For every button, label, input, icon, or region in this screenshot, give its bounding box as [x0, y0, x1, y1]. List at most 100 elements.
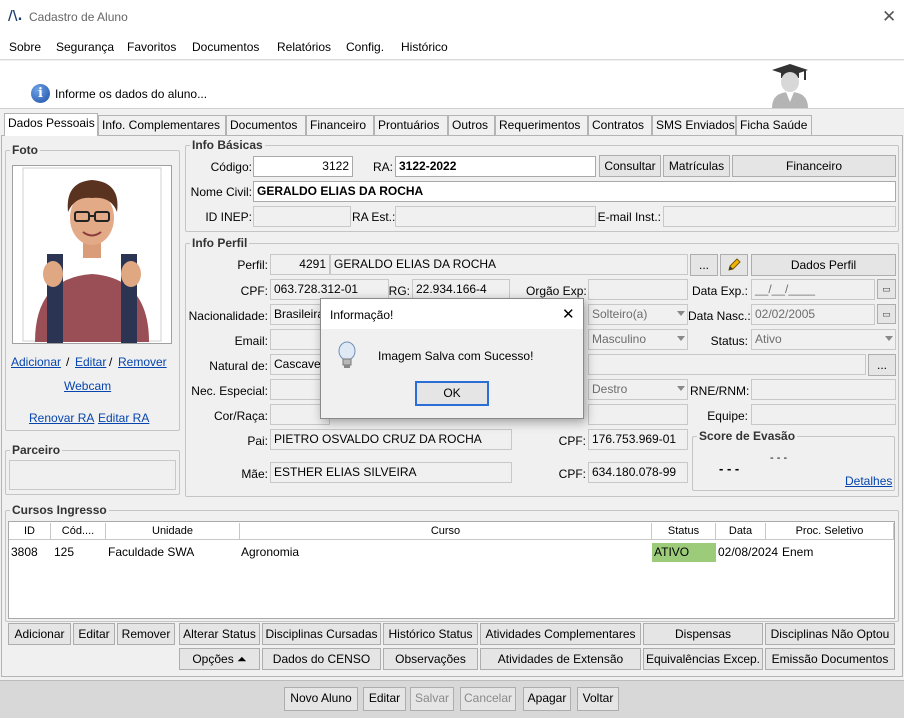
editar-ra-link[interactable]: Editar RA [98, 411, 149, 425]
column-header[interactable]: Proc. Seletivo [766, 523, 894, 540]
ra-field[interactable]: 3122-2022 [395, 156, 596, 177]
foto-separator: / [109, 355, 113, 369]
dialog-close-button[interactable]: ✕ [562, 305, 575, 323]
novo-aluno-button[interactable]: Novo Aluno [284, 687, 358, 711]
column-header[interactable]: Status [652, 523, 716, 540]
webcam-link[interactable]: Webcam [64, 379, 111, 393]
emissao-documentos-button[interactable]: Emissão Documentos [765, 648, 895, 670]
calendar-icon[interactable]: ▭ [877, 279, 896, 299]
close-window-button[interactable]: ✕ [882, 7, 896, 27]
atividades-complementares-button[interactable]: Atividades Complementares [480, 623, 641, 645]
natural-search-button[interactable]: ... [868, 354, 896, 376]
info-icon: i [31, 84, 50, 103]
disciplinas-nao-optou-button[interactable]: Disciplinas Não Optou [765, 623, 895, 645]
ok-button[interactable]: OK [415, 381, 489, 406]
data-nasc-field[interactable]: 02/02/2005 [751, 304, 875, 325]
apagar-button[interactable]: Apagar [523, 687, 571, 711]
detalhes-link[interactable]: Detalhes [845, 474, 892, 488]
foto-adicionar-link[interactable]: Adicionar [11, 355, 61, 369]
foto-editar-link[interactable]: Editar [75, 355, 106, 369]
adicionar-curso-button[interactable]: Adicionar [8, 623, 71, 645]
lateralidade-select[interactable]: Destro [588, 379, 688, 400]
cpf-label: CPF: [240, 284, 268, 298]
historico-status-button[interactable]: Histórico Status [383, 623, 478, 645]
tab-financeiro[interactable]: Financeiro [306, 115, 374, 135]
column-header[interactable]: Data [716, 523, 766, 540]
column-header[interactable]: Unidade [106, 523, 240, 540]
consultar-button[interactable]: Consultar [599, 155, 661, 177]
perfil-id-field[interactable]: 4291 [270, 254, 330, 275]
salvar-button[interactable]: Salvar [410, 687, 454, 711]
foto-separator: / [66, 355, 70, 369]
perfil-nome-field[interactable]: GERALDO ELIAS DA ROCHA [330, 254, 688, 275]
menu-documentos[interactable]: Documentos [192, 40, 259, 54]
dialog-title-bar: Informação! ✕ [321, 299, 583, 329]
cancelar-button[interactable]: Cancelar [460, 687, 516, 711]
mae-cpf-field[interactable]: 634.180.078-99 [588, 462, 688, 483]
nome-civil-field[interactable]: GERALDO ELIAS DA ROCHA [253, 181, 896, 202]
foto-remover-link[interactable]: Remover [118, 355, 167, 369]
equivalencias-button[interactable]: Equivalências Excep. [643, 648, 763, 670]
id-inep-field[interactable] [253, 206, 351, 227]
data-exp-field[interactable]: __/__/____ [751, 279, 875, 300]
codigo-field[interactable]: 3122 [253, 156, 353, 177]
opcoes-button[interactable]: Opções ⏶ [179, 648, 260, 670]
calendar-icon[interactable]: ▭ [877, 304, 896, 324]
menu-relatorios[interactable]: Relatórios [277, 40, 331, 54]
matriculas-button[interactable]: Matrículas [663, 155, 730, 177]
tab-documentos[interactable]: Documentos [226, 115, 306, 135]
observacoes-button[interactable]: Observações [383, 648, 478, 670]
atividades-extensao-button[interactable]: Atividades de Extensão [480, 648, 641, 670]
equipe-field[interactable] [751, 404, 896, 425]
parceiro-legend: Parceiro [10, 443, 63, 457]
ra-label: RA: [372, 160, 393, 174]
equipe-label: Equipe: [707, 409, 748, 423]
dados-censo-button[interactable]: Dados do CENSO [262, 648, 381, 670]
menu-config[interactable]: Config. [346, 40, 384, 54]
estado-civil-select[interactable]: Solteiro(a) [588, 304, 688, 325]
perfil-search-button[interactable]: ... [690, 254, 718, 276]
tab-requerimentos[interactable]: Requerimentos [495, 115, 588, 135]
disciplinas-cursadas-button[interactable]: Disciplinas Cursadas [262, 623, 381, 645]
parceiro-field[interactable] [9, 460, 176, 490]
menu-seguranca[interactable]: Segurança [56, 40, 114, 54]
dados-perfil-button[interactable]: Dados Perfil [751, 254, 896, 276]
tab-contratos[interactable]: Contratos [588, 115, 652, 135]
rne-field[interactable] [751, 379, 896, 400]
column-header[interactable]: Curso [240, 523, 652, 540]
cor-extra-field[interactable] [588, 404, 688, 425]
foto-legend: Foto [10, 143, 40, 157]
renovar-ra-link[interactable]: Renovar RA [29, 411, 94, 425]
financeiro-button[interactable]: Financeiro [732, 155, 896, 177]
alterar-status-button[interactable]: Alterar Status [179, 623, 260, 645]
tab-sms-enviados[interactable]: SMS Enviados [652, 115, 736, 135]
menu-favoritos[interactable]: Favoritos [127, 40, 176, 54]
column-header[interactable]: ID [9, 523, 51, 540]
mae-field[interactable]: ESTHER ELIAS SILVEIRA [270, 462, 512, 483]
orgao-exp-field[interactable] [588, 279, 688, 300]
pencil-icon[interactable] [720, 254, 748, 276]
editar-button[interactable]: Editar [363, 687, 406, 711]
tab-info-complementares[interactable]: Info. Complementares [98, 115, 226, 135]
rg-field[interactable]: 22.934.166-4 [412, 279, 510, 300]
column-header[interactable]: Cód.... [51, 523, 106, 540]
remover-curso-button[interactable]: Remover [117, 623, 175, 645]
menu-historico[interactable]: Histórico [401, 40, 448, 54]
email-inst-field[interactable] [663, 206, 896, 227]
ra-est-field[interactable] [395, 206, 596, 227]
menu-sobre[interactable]: Sobre [9, 40, 41, 54]
natural-extra-field[interactable] [588, 354, 866, 375]
editar-curso-button[interactable]: Editar [73, 623, 115, 645]
id-inep-label: ID INEP: [205, 210, 252, 224]
pai-cpf-field[interactable]: 176.753.969-01 [588, 429, 688, 450]
status-select[interactable]: Ativo [751, 329, 896, 350]
voltar-button[interactable]: Voltar [577, 687, 619, 711]
dispensas-button[interactable]: Dispensas [643, 623, 763, 645]
tab-prontuarios[interactable]: Prontuários [374, 115, 448, 135]
cpf-field[interactable]: 063.728.312-01 [270, 279, 389, 300]
tab-outros[interactable]: Outros [448, 115, 495, 135]
pai-field[interactable]: PIETRO OSVALDO CRUZ DA ROCHA [270, 429, 512, 450]
tab-ficha-saude[interactable]: Ficha Saúde [736, 115, 812, 135]
sexo-select[interactable]: Masculino [588, 329, 688, 350]
tab-dados-pessoais[interactable]: Dados Pessoais [4, 113, 98, 136]
